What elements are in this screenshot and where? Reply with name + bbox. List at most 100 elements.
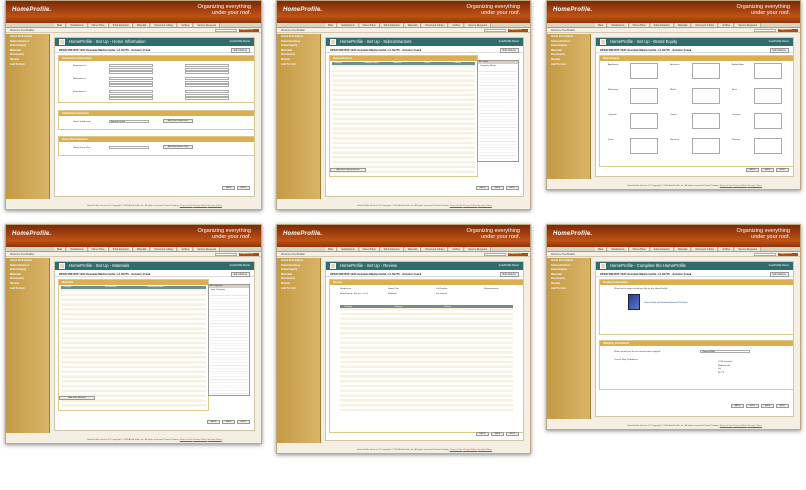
nav-tab[interactable]: Document Library xyxy=(151,23,178,27)
nav-tab[interactable]: Subcontractors xyxy=(380,23,404,27)
app-logo[interactable]: HomeProfile. xyxy=(12,7,51,13)
nav-tab[interactable]: Home Plans xyxy=(88,23,109,27)
nav-tab[interactable]: Home Plans xyxy=(359,23,380,27)
nav-button-next[interactable]: NEXT xyxy=(237,186,250,190)
nav-button-save[interactable]: SAVE xyxy=(761,168,774,172)
edit-address-button[interactable]: Edit Address xyxy=(230,47,250,53)
shopping-cart-button[interactable]: Shopping Cart xyxy=(508,253,528,256)
sidebar-item[interactable]: Add To Cart xyxy=(547,62,590,67)
nav-tab[interactable]: Materials xyxy=(133,23,151,27)
nav-tab[interactable]: Archive xyxy=(449,247,465,251)
sidebar-item[interactable]: Add To Cart xyxy=(547,286,590,291)
shipping-select[interactable]: Choose Below xyxy=(700,350,750,353)
nav-tab[interactable]: Subcontractors xyxy=(650,247,674,251)
footer-link[interactable]: Privacy Policy xyxy=(193,205,207,207)
footer-link[interactable]: Privacy Policy xyxy=(193,439,207,441)
brand-list[interactable] xyxy=(692,63,720,79)
add-new-button[interactable]: Add New Material xyxy=(59,396,95,400)
text-input[interactable] xyxy=(185,93,229,97)
add-subdivision-button[interactable]: Add New Subdivision xyxy=(163,119,193,123)
footer-link[interactable]: Privacy Policy xyxy=(463,205,477,207)
nav-button-back[interactable]: BACK xyxy=(476,186,489,190)
footer-link[interactable]: Terms of Use xyxy=(720,185,733,187)
text-input[interactable] xyxy=(109,84,153,88)
text-input[interactable] xyxy=(109,80,153,84)
nav-button-next[interactable]: NEXT xyxy=(506,432,519,436)
text-input[interactable] xyxy=(109,71,153,75)
nav-tab[interactable]: Archive xyxy=(719,23,735,27)
sidebar-item[interactable]: Add To Cart xyxy=(277,62,320,67)
footer-link[interactable]: Security Policy xyxy=(747,185,761,187)
nav-button-back[interactable]: BACK xyxy=(731,404,744,408)
app-logo[interactable]: HomeProfile. xyxy=(283,231,322,237)
text-input[interactable] xyxy=(109,90,153,93)
nav-tab[interactable]: Document Library xyxy=(422,23,449,27)
search-input[interactable] xyxy=(484,29,506,32)
nav-tab[interactable]: Subdivisions xyxy=(67,23,88,27)
text-input[interactable] xyxy=(185,90,229,93)
filter-select[interactable]: All Trades xyxy=(478,61,518,64)
brand-list[interactable] xyxy=(692,88,720,104)
brand-list[interactable] xyxy=(630,88,658,104)
nav-button-save[interactable]: SAVE xyxy=(222,420,235,424)
app-logo[interactable]: HomeProfile. xyxy=(283,7,322,13)
nav-tab[interactable]: Subcontractors xyxy=(109,23,133,27)
brand-list[interactable] xyxy=(630,63,658,79)
footer-link[interactable]: Privacy Policy xyxy=(733,185,747,187)
filter-select[interactable]: All Categories xyxy=(209,285,249,288)
brand-list[interactable] xyxy=(754,113,782,129)
nav-tab[interactable]: Home Plans xyxy=(629,247,650,251)
nav-tab[interactable]: Materials xyxy=(674,23,692,27)
nav-tab[interactable]: Home Plans xyxy=(629,23,650,27)
shopping-cart-button[interactable]: Shopping Cart xyxy=(778,253,798,256)
nav-tab[interactable]: Main xyxy=(595,23,608,27)
nav-tab[interactable]: Subdivisions xyxy=(338,23,359,27)
nav-button-save[interactable]: SAVE xyxy=(222,186,235,190)
footer-link[interactable]: Security Policy xyxy=(477,449,491,451)
nav-tab[interactable]: Service Requests xyxy=(194,247,221,251)
nav-tab[interactable]: Archive xyxy=(449,23,465,27)
add-new-button[interactable]: Add New Subcontractor xyxy=(330,168,366,172)
nav-tab[interactable]: Main xyxy=(325,23,338,27)
nav-button-back[interactable]: BACK xyxy=(476,432,489,436)
nav-tab[interactable]: Service Requests xyxy=(465,23,492,27)
nav-button-next[interactable]: NEXT xyxy=(776,168,789,172)
nav-tab[interactable]: Service Requests xyxy=(194,23,221,27)
filter-list[interactable] xyxy=(210,293,248,394)
nav-tab[interactable]: Materials xyxy=(404,247,422,251)
edit-address-button[interactable]: Edit Address xyxy=(499,271,519,277)
brand-list[interactable] xyxy=(754,88,782,104)
shopping-cart-button[interactable]: Shopping Cart xyxy=(778,29,798,32)
edit-address-button[interactable]: Edit Address xyxy=(769,271,789,277)
text-input[interactable] xyxy=(185,84,229,88)
nav-tab[interactable]: Subcontractors xyxy=(109,247,133,251)
nav-tab[interactable]: Main xyxy=(54,247,67,251)
footer-link[interactable]: Privacy Policy xyxy=(463,449,477,451)
nav-tab[interactable]: Archive xyxy=(719,247,735,251)
text-input[interactable] xyxy=(109,97,153,101)
nav-tab[interactable]: Document Library xyxy=(151,247,178,251)
nav-tab[interactable]: Service Requests xyxy=(465,247,492,251)
footer-link[interactable]: Security Policy xyxy=(747,425,761,427)
brand-list[interactable] xyxy=(754,138,782,154)
text-input[interactable] xyxy=(185,64,229,67)
edit-address-button[interactable]: Edit Address xyxy=(499,47,519,53)
footer-link[interactable]: Privacy Policy xyxy=(733,425,747,427)
text-input[interactable] xyxy=(109,64,153,67)
add-home-plan-button[interactable]: Add New Home Plan xyxy=(163,145,193,149)
nav-button-back[interactable]: BACK xyxy=(746,168,759,172)
nav-tab[interactable]: Subcontractors xyxy=(380,247,404,251)
nav-tab[interactable]: Main xyxy=(595,247,608,251)
nav-tab[interactable]: Main xyxy=(54,23,67,27)
nav-tab[interactable]: Subdivisions xyxy=(608,247,629,251)
search-input[interactable] xyxy=(754,253,776,256)
text-input[interactable] xyxy=(185,77,229,80)
brand-list[interactable] xyxy=(692,138,720,154)
sidebar-item[interactable]: Add To Cart xyxy=(6,286,49,291)
search-input[interactable] xyxy=(484,253,506,256)
footer-link[interactable]: Terms of Use xyxy=(180,439,193,441)
nav-tab[interactable]: Home Plans xyxy=(359,247,380,251)
subdivision-select[interactable]: Autumn Creek xyxy=(109,120,149,123)
text-input[interactable] xyxy=(185,67,229,71)
shopping-cart-button[interactable]: Shopping Cart xyxy=(508,29,528,32)
